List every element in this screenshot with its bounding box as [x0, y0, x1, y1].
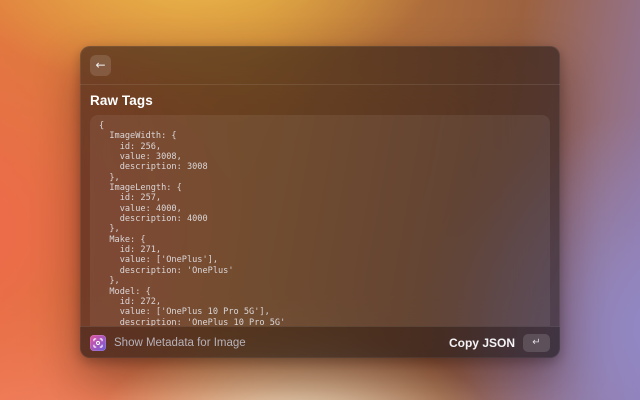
- enter-key-badge[interactable]: ↵: [523, 334, 550, 352]
- action-bar-left: Show Metadata for Image: [90, 335, 449, 351]
- raw-tags-json-text: { ImageWidth: { id: 256, value: 3008, de…: [90, 115, 550, 326]
- command-name-label: Show Metadata for Image: [114, 337, 246, 349]
- window-header: ←: [80, 46, 560, 85]
- action-bar-right: Copy JSON ↵: [449, 334, 550, 352]
- action-bar: Show Metadata for Image Copy JSON ↵: [80, 326, 560, 358]
- back-button[interactable]: ←: [90, 55, 111, 76]
- page-title: Raw Tags: [80, 85, 560, 115]
- image-metadata-extension-icon: [90, 335, 106, 351]
- copy-json-button[interactable]: Copy JSON: [449, 336, 515, 350]
- desktop-background: { "window": { "back_icon_glyph": "←", "t…: [0, 0, 640, 400]
- return-key-icon: ↵: [532, 338, 540, 348]
- back-arrow-icon: ←: [95, 59, 105, 71]
- metadata-window: ← Raw Tags { ImageWidth: { id: 256, valu…: [80, 46, 560, 358]
- raw-tags-code-block[interactable]: { ImageWidth: { id: 256, value: 3008, de…: [90, 115, 550, 326]
